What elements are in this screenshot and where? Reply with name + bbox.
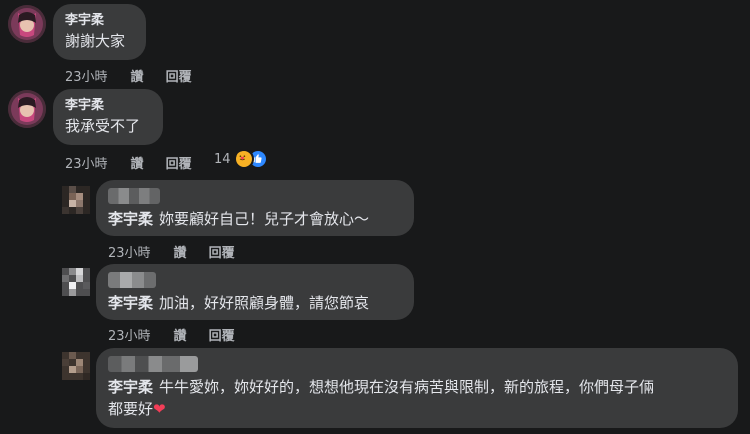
avatar[interactable] — [8, 90, 46, 128]
avatar[interactable] — [62, 352, 90, 380]
reply-3: 李宇柔 牛牛愛妳，妳好好的，想想他現在沒有病苦與限制，新的旅程，你們母子倆 都要好… — [0, 346, 750, 434]
avatar[interactable] — [62, 186, 90, 214]
comment-text: 我承受不了 — [65, 117, 141, 135]
like-button[interactable]: 讚 — [131, 153, 144, 172]
reply-actions: 23小時 讚 回覆 — [108, 325, 235, 344]
blurred-author-name[interactable] — [108, 188, 160, 204]
timestamp[interactable]: 23小時 — [65, 66, 108, 85]
reply-button[interactable]: 回覆 — [209, 242, 235, 261]
pixelated-avatar — [62, 186, 90, 214]
reply-button[interactable]: 回覆 — [166, 153, 192, 172]
blurred-author-name[interactable] — [108, 272, 156, 288]
comment-1: 李宇柔 謝謝大家 23小時 讚 回覆 — [0, 0, 750, 90]
profile-photo — [8, 5, 46, 43]
comment-actions: 23小時 讚 回覆 — [65, 66, 192, 85]
timestamp[interactable]: 23小時 — [65, 153, 108, 172]
reply-text: 李宇柔 妳要顧好自己！兒子才會放心～ — [108, 210, 370, 228]
blurred-author-name[interactable] — [108, 356, 198, 372]
pixelated-avatar — [62, 268, 90, 296]
comment-bubble: 李宇柔 謝謝大家 — [53, 4, 146, 60]
care-reaction-icon — [233, 149, 254, 169]
pixelated-avatar — [62, 352, 90, 380]
comment-actions: 23小時 讚 回覆 — [65, 153, 192, 172]
reply-button[interactable]: 回覆 — [166, 66, 192, 85]
reply-bubble: 李宇柔 妳要顧好自己！兒子才會放心～ — [96, 180, 414, 236]
reply-text: 李宇柔 加油，好好照顧身體，請您節哀 — [108, 294, 370, 312]
timestamp[interactable]: 23小時 — [108, 325, 151, 344]
reply-actions: 23小時 讚 回覆 — [108, 242, 235, 261]
avatar[interactable] — [62, 268, 90, 296]
reaction-summary[interactable]: 14 — [214, 149, 268, 169]
avatar[interactable] — [8, 5, 46, 43]
like-button[interactable]: 讚 — [131, 66, 144, 85]
reaction-count: 14 — [214, 151, 231, 167]
reply-bubble: 李宇柔 加油，好好照顧身體，請您節哀 — [96, 264, 414, 320]
heart-icon: ❤ — [153, 400, 166, 418]
comment-author[interactable]: 李宇柔 — [65, 97, 151, 115]
timestamp[interactable]: 23小時 — [108, 242, 151, 261]
comment-2: 李宇柔 我承受不了 23小時 讚 回覆 14 — [0, 86, 750, 176]
comment-bubble: 李宇柔 我承受不了 — [53, 89, 163, 145]
like-button[interactable]: 讚 — [174, 325, 187, 344]
comment-author[interactable]: 李宇柔 — [65, 12, 134, 30]
comment-text: 謝謝大家 — [65, 32, 126, 50]
mention-tag[interactable]: 李宇柔 — [108, 378, 153, 396]
reply-2: 李宇柔 加油，好好照顧身體，請您節哀 23小時 讚 回覆 — [0, 262, 750, 348]
reply-text: 李宇柔 牛牛愛妳，妳好好的，想想他現在沒有病苦與限制，新的旅程，你們母子倆 都要好… — [108, 378, 655, 418]
mention-tag[interactable]: 李宇柔 — [108, 294, 153, 312]
reply-bubble: 李宇柔 牛牛愛妳，妳好好的，想想他現在沒有病苦與限制，新的旅程，你們母子倆 都要好… — [96, 348, 738, 428]
mention-tag[interactable]: 李宇柔 — [108, 210, 153, 228]
reply-1: 李宇柔 妳要顧好自己！兒子才會放心～ 23小時 讚 回覆 — [0, 176, 750, 262]
profile-photo — [8, 90, 46, 128]
like-button[interactable]: 讚 — [174, 242, 187, 261]
reply-button[interactable]: 回覆 — [209, 325, 235, 344]
